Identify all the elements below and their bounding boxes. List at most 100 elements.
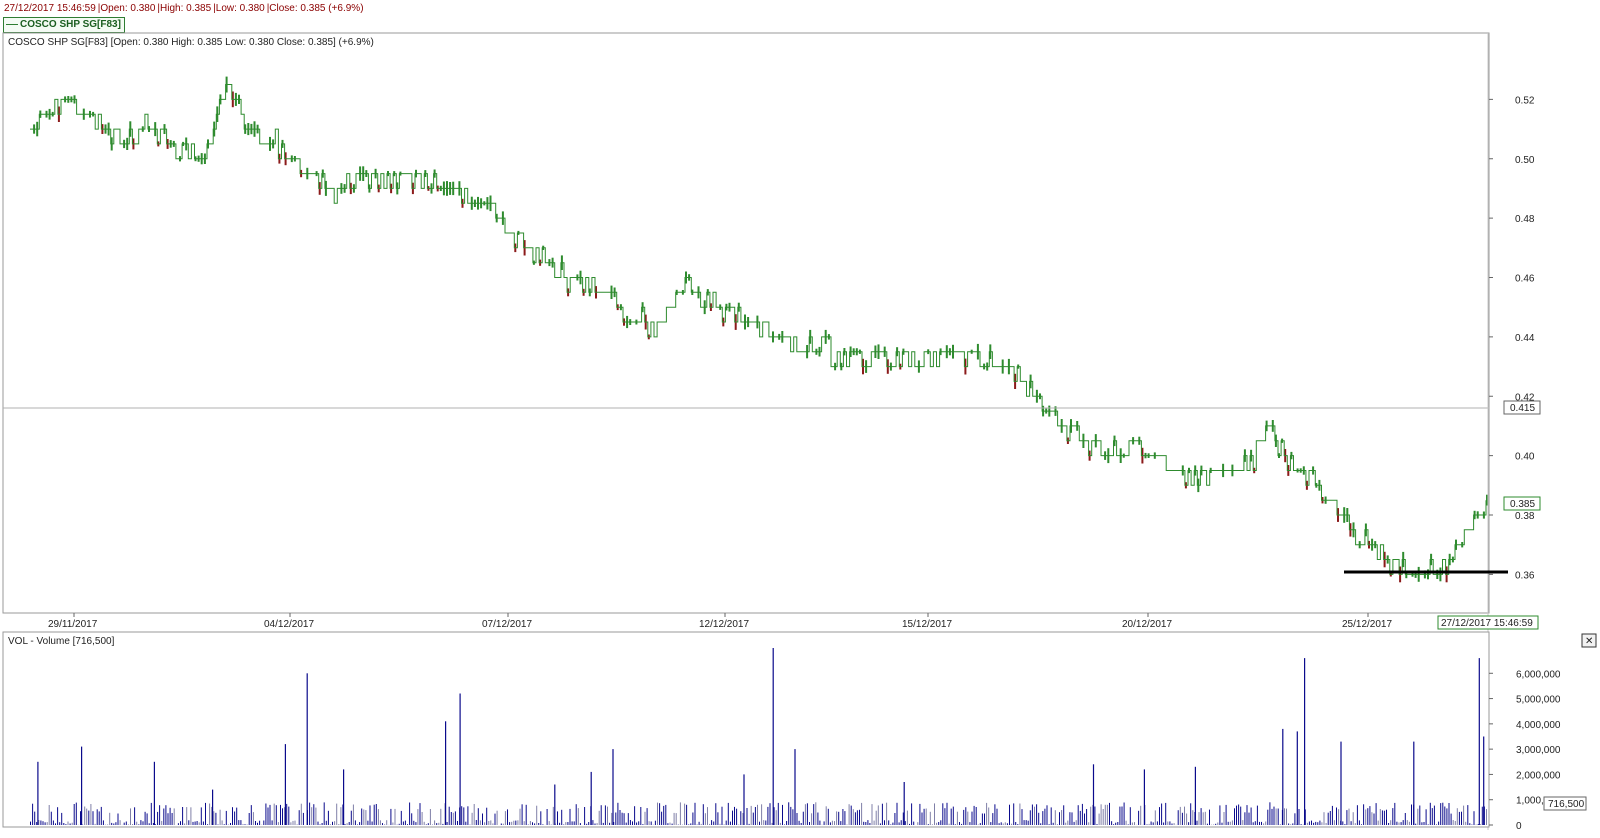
volume-bar (1242, 820, 1244, 825)
volume-bar (700, 823, 702, 825)
volume-bar (429, 809, 431, 825)
chart-canvas[interactable]: COSCO SHP SG[F83] [Open: 0.380 High: 0.3… (0, 0, 1600, 838)
volume-bar (1419, 805, 1421, 825)
volume-spike (1483, 736, 1485, 825)
volume-bar (836, 811, 838, 825)
volume-bar (217, 824, 219, 825)
volume-bar (1073, 821, 1075, 825)
volume-bar (809, 822, 810, 825)
volume-bar (625, 822, 627, 825)
volume-bar (1371, 812, 1373, 825)
volume-bar (738, 824, 740, 825)
volume-bar (1071, 812, 1073, 825)
volume-bar (365, 810, 367, 825)
volume-spike (1413, 741, 1415, 825)
volume-bar (1356, 805, 1358, 825)
volume-bar (1465, 821, 1467, 825)
price-x-tick: 15/12/2017 (902, 619, 952, 630)
volume-bar (971, 811, 973, 825)
volume-bar (1081, 803, 1083, 825)
price-y-tick: 0.50 (1515, 155, 1535, 166)
volume-bar (169, 807, 171, 825)
volume-bar (488, 821, 490, 825)
last-volume-label: 716,500 (1543, 796, 1587, 811)
volume-bar (321, 823, 323, 825)
volume-bar (52, 820, 54, 825)
volume-bar (327, 810, 329, 825)
volume-bar (577, 808, 579, 825)
volume-bar (748, 823, 750, 825)
volume-bar (1165, 802, 1167, 825)
volume-spike (1478, 658, 1480, 825)
volume-bar (413, 820, 415, 825)
volume-bar (592, 820, 594, 825)
volume-bar (684, 803, 686, 825)
volume-bar (1248, 812, 1250, 825)
volume-spike (37, 761, 39, 825)
volume-bar (1227, 821, 1229, 825)
volume-bar (927, 824, 929, 825)
volume-bar (548, 821, 550, 825)
volume-bar (992, 813, 994, 825)
volume-bar (1438, 821, 1440, 825)
volume-bar (611, 812, 613, 825)
volume-bar (198, 822, 200, 825)
volume-bar (302, 812, 304, 825)
volume-bar (877, 805, 879, 825)
volume-bar (1311, 820, 1312, 825)
volume-bar (1256, 805, 1258, 825)
volume-bar (1442, 802, 1444, 825)
volume-bar (921, 812, 923, 825)
volume-bar (1225, 804, 1227, 825)
volume-bar (329, 824, 331, 825)
volume-bar (207, 824, 209, 825)
volume-bar (1084, 813, 1085, 825)
volume-bar (1206, 823, 1208, 825)
volume-bar (1238, 804, 1240, 825)
volume-bar (963, 809, 965, 825)
volume-bar (1300, 824, 1302, 825)
volume-bar (271, 820, 273, 825)
volume-bar (1181, 812, 1183, 825)
volume-bar (929, 811, 931, 825)
volume-bar (190, 807, 192, 825)
volume-bar (1215, 823, 1217, 825)
volume-bar (1119, 806, 1121, 825)
volume-bar (642, 824, 644, 825)
volume-bar (1425, 809, 1427, 825)
volume-bar (790, 806, 792, 825)
volume-spike (590, 771, 592, 825)
volume-bar (723, 824, 725, 825)
volume-bar (1473, 811, 1475, 825)
volume-bar (1240, 806, 1242, 825)
volume-bar (1002, 823, 1004, 825)
volume-spike (1304, 658, 1306, 825)
volume-bar (946, 802, 948, 825)
volume-bar (1046, 805, 1048, 825)
volume-bar (598, 810, 600, 825)
price-y-tick: 0.48 (1515, 214, 1535, 225)
volume-bar (1113, 824, 1115, 825)
volume-bar (871, 804, 873, 825)
volume-bar (817, 812, 819, 825)
volume-bar (334, 821, 336, 825)
volume-bar (802, 811, 804, 825)
volume-bar (1006, 823, 1008, 825)
volume-bar (159, 805, 161, 825)
volume-bar (1190, 803, 1192, 825)
volume-bar (1294, 813, 1296, 825)
volume-bar (46, 822, 48, 825)
volume-bar (559, 822, 561, 825)
volume-bar (140, 820, 142, 825)
volume-bar (80, 811, 81, 825)
volume-bar (44, 822, 46, 825)
volume-bar (607, 806, 608, 825)
volume-bar (704, 813, 706, 825)
volume-bar (771, 822, 773, 825)
volume-close-button[interactable]: ✕ (1581, 633, 1597, 648)
volume-bar (1338, 809, 1340, 825)
volume-bar (280, 804, 281, 825)
volume-bar (525, 804, 527, 825)
volume-bar (1148, 823, 1150, 825)
volume-bar (30, 821, 31, 825)
